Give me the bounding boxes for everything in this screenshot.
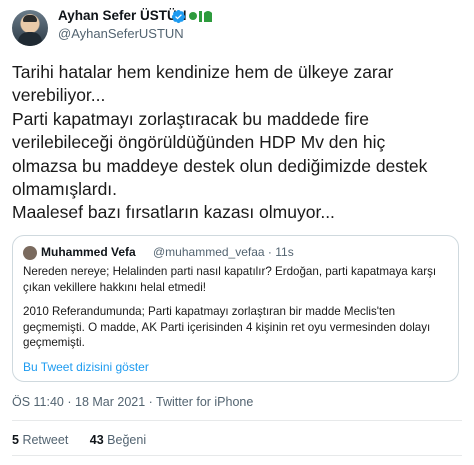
quoted-line: 2010 Referandumunda; Parti kapatmayı zor…	[23, 305, 396, 318]
quoted-author-name: Muhammed Vefa	[41, 245, 136, 259]
engagement-stats: 5 Retweet 43 Beğeni	[12, 433, 164, 447]
tweet-line: Maalesef bazı fırsatların kazası olmuyor…	[12, 202, 335, 223]
divider	[12, 455, 462, 456]
retweet-number: 5	[12, 433, 19, 447]
quoted-author-avatar	[23, 246, 37, 260]
like-count[interactable]: 43 Beğeni	[90, 433, 146, 447]
quoted-text: Nereden nereye; Helalinden parti nasıl k…	[23, 264, 453, 351]
tweet-line: verebiliyor...	[12, 85, 106, 106]
quoted-handle-time: @muhammed_vefaa · 11s	[153, 245, 294, 259]
verified-icon	[171, 9, 186, 24]
retweet-label: Retweet	[22, 433, 69, 447]
tweet-line: olmamışlardı.	[12, 179, 118, 200]
quoted-line: çıkan vekillere hakkını helal etmedi!	[23, 280, 207, 294]
quoted-line: geçmemişti.	[23, 336, 85, 349]
author-handle[interactable]: @AyhanSeferUSTUN	[58, 26, 184, 41]
party-logo-icon	[189, 11, 212, 22]
tweet-line: olmazsa bu maddeye destek olun dediğimiz…	[12, 155, 428, 176]
author-name[interactable]: Ayhan Sefer ÜSTÜN	[58, 8, 187, 23]
quoted-line: Nereden nereye; Helalinden parti nasıl k…	[23, 265, 437, 278]
tweet-text: Tarihi hatalar hem kendinize hem de ülke…	[12, 61, 462, 225]
tweet-timestamp[interactable]: ÖS 11:40 · 18 Mar 2021 · Twitter for iPh…	[12, 395, 253, 409]
tweet-line: Tarihi hatalar hem kendinize hem de ülke…	[12, 62, 394, 82]
tweet: Ayhan Sefer ÜSTÜN @AyhanSeferUSTUN Tarih…	[0, 0, 474, 465]
divider	[12, 420, 462, 421]
tweet-line: verilebileceği öngörüldüğünden HDP Mv de…	[12, 132, 386, 153]
retweet-count[interactable]: 5 Retweet	[12, 433, 68, 447]
show-thread-link[interactable]: Bu Tweet dizisini göster	[23, 360, 149, 374]
like-label: Beğeni	[107, 433, 147, 447]
quoted-line: geçmemişti. O madde, AK Parti içerisinde…	[23, 320, 431, 334]
tweet-line: Parti kapatmayı zorlaştıracak bu maddede…	[12, 108, 369, 129]
like-number: 43	[89, 433, 104, 447]
author-avatar[interactable]	[12, 10, 48, 46]
quoted-tweet-card[interactable]: Muhammed Vefa @muhammed_vefaa · 11s Nere…	[12, 235, 459, 382]
